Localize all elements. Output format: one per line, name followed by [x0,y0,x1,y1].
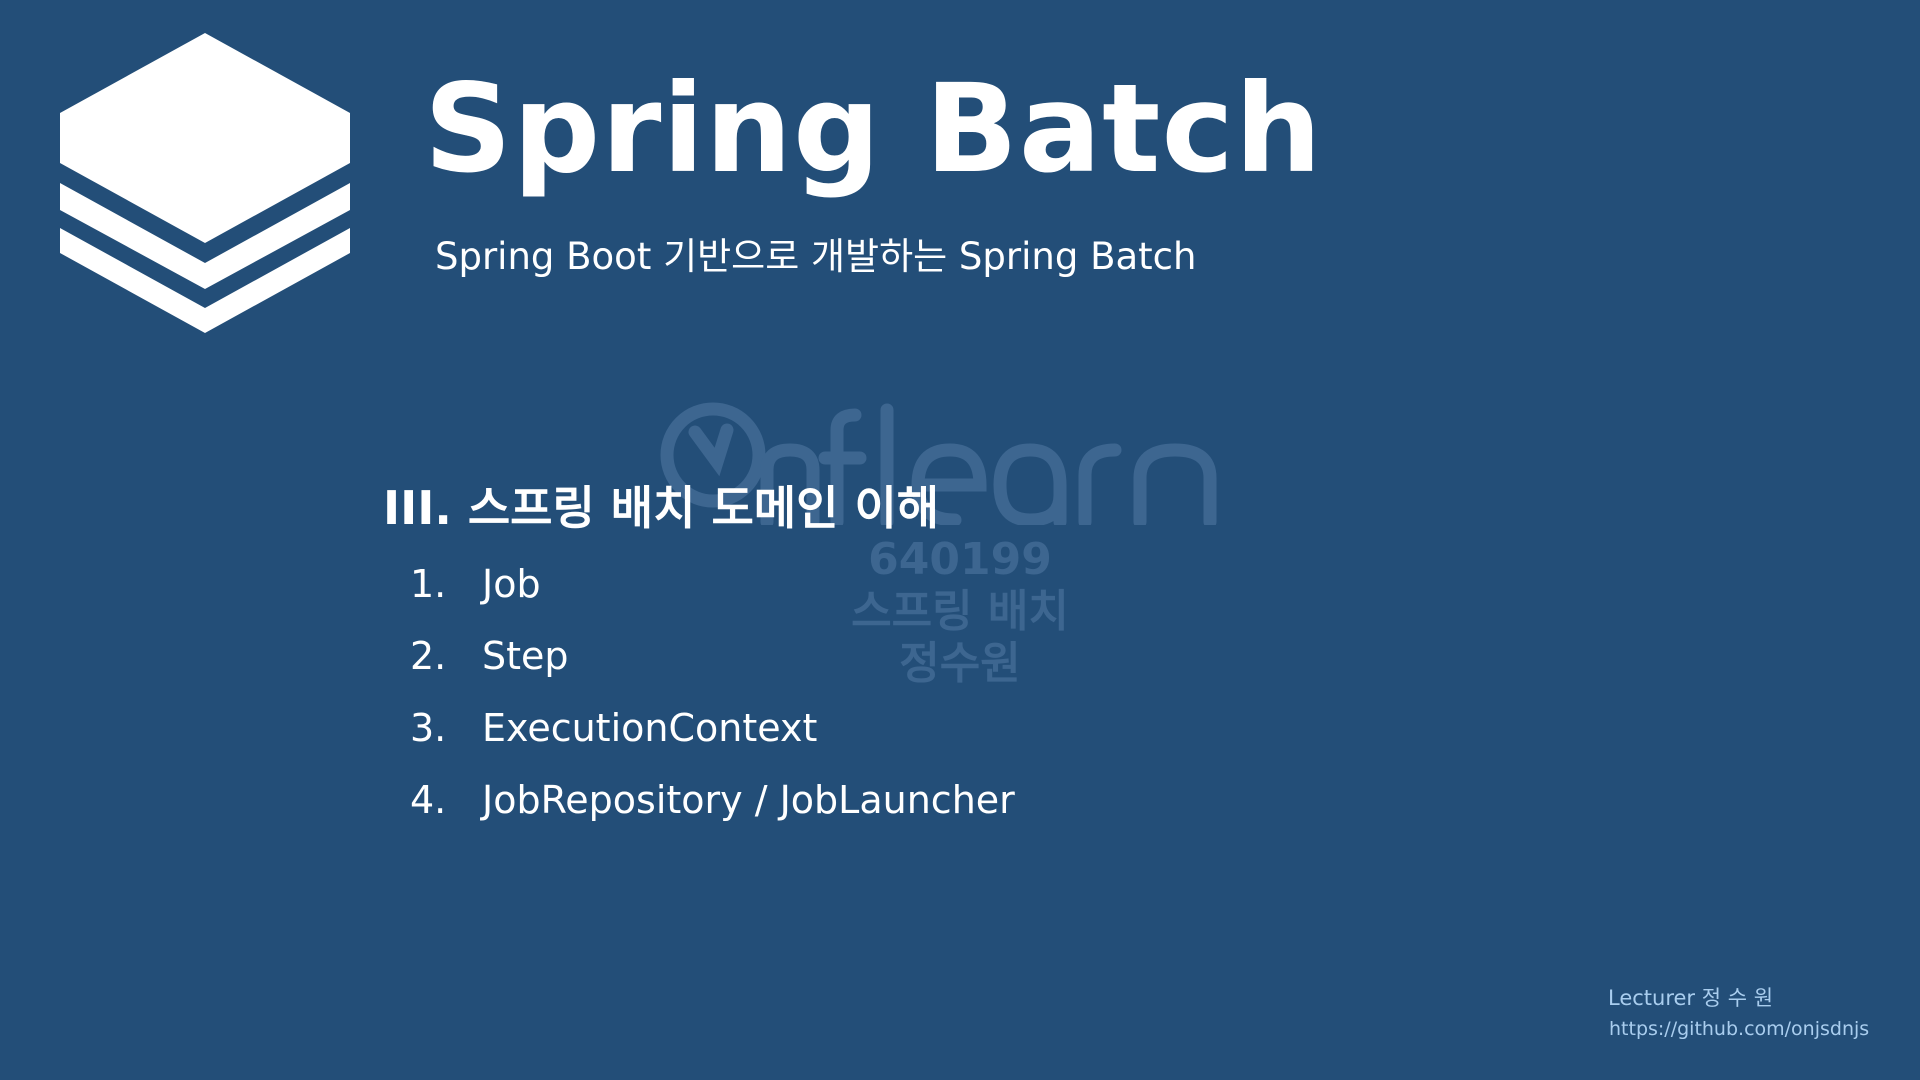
list-item-number: 3. [410,706,447,750]
list-item-label: JobRepository / JobLauncher [482,778,1015,822]
slide-title: Spring Batch [424,58,1323,200]
list-item-label: ExecutionContext [482,706,818,750]
list-item: 1. Job [410,562,541,606]
list-item: 2. Step [410,634,569,678]
watermark-author: 정수원 [899,638,1021,689]
list-item-label: Step [482,634,569,678]
list-item-number: 1. [410,562,447,606]
lecturer-credit: Lecturer 정 수 원 [1608,986,1774,1010]
watermark-course-id: 640199 [868,534,1052,585]
slide-subtitle: Spring Boot 기반으로 개발하는 Spring Batch [435,235,1197,278]
section-heading: III. 스프링 배치 도메인 이해 [383,481,940,535]
spring-batch-logo-icon [60,33,350,333]
list-item-number: 4. [410,778,447,822]
list-item: 4. JobRepository / JobLauncher [410,778,1015,822]
list-item-label: Job [482,562,541,606]
list-item-number: 2. [410,634,447,678]
watermark-course-name: 스프링 배치 [851,586,1069,637]
github-link[interactable]: https://github.com/onjsdnjs [1609,1018,1869,1040]
list-item: 3. ExecutionContext [410,706,817,750]
